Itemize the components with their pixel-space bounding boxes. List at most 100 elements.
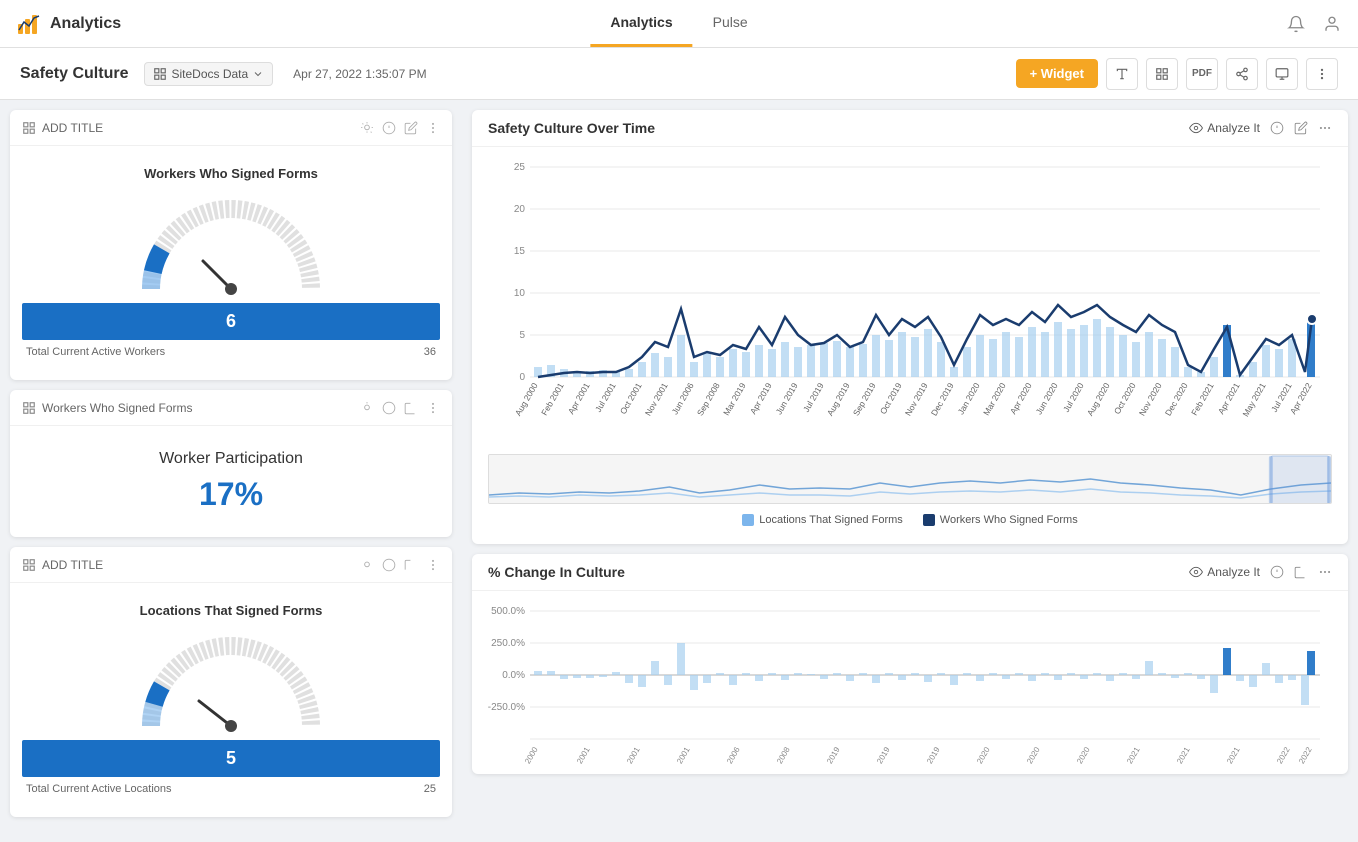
svg-text:Sep 2008: Sep 2008 [695,381,722,418]
bulb-icon[interactable] [360,121,374,135]
gauge1-value: 6 [22,303,440,340]
svg-text:Feb 2021: Feb 2021 [1189,381,1216,417]
share-icon [1235,67,1249,81]
chart2-svg: 500.0% 250.0% 0.0% -250.0% [488,601,1332,761]
workers-gauge-card: ADD TITLE Workers Who Signed Forms [10,110,452,380]
card2-edit-icon[interactable] [404,401,418,415]
svg-text:2019: 2019 [825,745,842,765]
bell-icon[interactable] [1286,14,1306,34]
chart1-more-icon[interactable] [1318,121,1332,135]
gauge3-title: Locations That Signed Forms [140,603,323,618]
user-icon[interactable] [1322,14,1342,34]
svg-text:Jul 2020: Jul 2020 [1061,381,1086,414]
chart1-edit-icon[interactable] [1294,121,1308,135]
card3-edit-icon[interactable] [404,558,418,572]
card3-info-icon[interactable] [382,558,396,572]
svg-text:Oct 2020: Oct 2020 [1112,381,1138,416]
pdf-button[interactable]: PDF [1186,58,1218,90]
chart1-actions: Analyze It [1189,121,1332,135]
layout-button[interactable] [1146,58,1178,90]
toolbar: + Widget PDF [1016,58,1338,90]
card2-info-icon[interactable] [382,401,396,415]
app-logo: Analytics [16,10,121,38]
gauge1-footer: Total Current Active Workers 36 [22,340,440,360]
card3-bulb-icon[interactable] [360,558,374,572]
svg-text:2021: 2021 [1125,745,1142,765]
worker-participation-card: Workers Who Signed Forms Worker Particip… [10,390,452,537]
text-tool-button[interactable] [1106,58,1138,90]
card2-title: Workers Who Signed Forms [22,401,193,415]
locations-gauge-card: ADD TITLE Locations That Signed Forms [10,547,452,817]
info-icon[interactable] [382,121,396,135]
share-button[interactable] [1226,58,1258,90]
analyze-btn-2[interactable]: Analyze It [1189,565,1260,579]
gauge3-svg: 0 25 [131,626,331,736]
chart1-body: 25 20 15 10 5 0 [472,147,1348,544]
tab-analytics[interactable]: Analytics [590,0,692,47]
svg-text:Jul 2001: Jul 2001 [593,381,618,414]
svg-text:Dec 2020: Dec 2020 [1163,381,1190,418]
svg-text:Apr 2001: Apr 2001 [566,381,592,416]
chart2-edit-icon[interactable] [1294,565,1308,579]
svg-text:Nov 2020: Nov 2020 [1137,381,1164,418]
svg-text:20: 20 [514,204,526,215]
svg-text:250.0%: 250.0% [491,638,525,649]
card3-header: ADD TITLE [10,547,452,583]
workers-gauge: Workers Who Signed Forms [22,158,440,368]
card1-more-icon[interactable] [426,121,440,135]
svg-text:Jun 2020: Jun 2020 [1034,381,1060,417]
chart1-scrollbar[interactable] [488,454,1332,504]
display-button[interactable] [1266,58,1298,90]
chart1-header: Safety Culture Over Time Analyze It [472,110,1348,147]
svg-text:Aug 2020: Aug 2020 [1085,381,1112,418]
svg-text:Dec 2019: Dec 2019 [929,381,956,418]
svg-text:2019: 2019 [925,745,942,765]
card2-more-icon[interactable] [426,401,440,415]
card2-header: Workers Who Signed Forms [10,390,452,426]
tab-pulse[interactable]: Pulse [693,0,768,47]
gauge3-footer-value: 25 [424,783,436,795]
svg-text:Oct 2019: Oct 2019 [878,381,904,416]
table-icon [22,121,36,135]
svg-text:2022: 2022 [1297,745,1314,765]
chart1-title: Safety Culture Over Time [488,120,655,136]
date-label: Apr 27, 2022 1:35:07 PM [293,67,426,81]
svg-text:Apr 2019: Apr 2019 [748,381,774,416]
more-options-button[interactable] [1306,58,1338,90]
card2-bulb-icon[interactable] [360,401,374,415]
chart2-more-icon[interactable] [1318,565,1332,579]
chart1-info-icon[interactable] [1270,121,1284,135]
analyze-btn-1[interactable]: Analyze It [1189,121,1260,135]
gauge1-footer-value: 36 [424,346,436,358]
svg-text:2022: 2022 [1275,745,1292,765]
svg-text:2001: 2001 [675,745,692,765]
svg-text:-250.0%: -250.0% [488,702,525,713]
table2-icon [22,401,36,415]
card3-more-icon[interactable] [426,558,440,572]
card1-actions [360,121,440,135]
participation-label: Worker Participation [159,450,303,468]
gauge3-value: 5 [22,740,440,777]
pdf-icon: PDF [1192,68,1212,79]
svg-text:Aug 2000: Aug 2000 [513,381,540,418]
add-widget-button[interactable]: + Widget [1016,59,1098,88]
svg-text:2001: 2001 [575,745,592,765]
nav-tabs: Analytics Pulse [590,0,767,47]
legend-workers-dot [923,514,935,526]
svg-text:2021: 2021 [1175,745,1192,765]
left-panel: ADD TITLE Workers Who Signed Forms [0,100,462,842]
svg-text:2020: 2020 [1075,745,1092,765]
safety-culture-chart-card: Safety Culture Over Time Analyze It [472,110,1348,544]
locations-gauge: Locations That Signed Forms 0 25 [22,595,440,805]
culture-change-chart-card: % Change In Culture Analyze It [472,554,1348,774]
card3-body: Locations That Signed Forms 0 25 [10,583,452,817]
svg-text:Nov 2001: Nov 2001 [643,381,670,418]
svg-text:Mar 2019: Mar 2019 [721,381,748,417]
svg-text:Sep 2019: Sep 2019 [851,381,878,418]
chart2-info-icon[interactable] [1270,565,1284,579]
data-source-selector[interactable]: SiteDocs Data [144,62,273,86]
chevron-down-icon [252,68,264,80]
eye-icon [1189,121,1203,135]
edit-icon[interactable] [404,121,418,135]
eye2-icon [1189,565,1203,579]
